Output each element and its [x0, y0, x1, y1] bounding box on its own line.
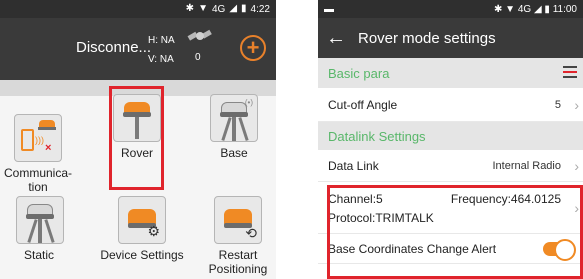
battery-icon: ▮ [241, 3, 247, 14]
section-basic-para: Basic para [318, 58, 583, 88]
cutoff-angle-row[interactable]: Cut-off Angle 5 › [318, 88, 583, 122]
status-bar: ✱ ▼ 4G ◢ ▮ 4:22 [0, 0, 276, 18]
static-icon [16, 196, 64, 244]
device-settings-icon: ⚙ [118, 196, 166, 244]
back-arrow-icon[interactable]: ← [326, 27, 350, 50]
clock: 11:00 [552, 3, 577, 15]
tile-label: Device Settings [100, 248, 184, 262]
network-label: 4G [211, 3, 226, 15]
network-label: 4G [517, 3, 532, 15]
app-header: Disconne... H: NA V: NA 0 + [0, 18, 276, 80]
section-label: Basic para [328, 65, 390, 81]
notification-icon: ▬ [324, 3, 334, 15]
datalink-highlight-box [327, 185, 583, 279]
precision-readout: H: NA V: NA [148, 31, 175, 69]
v-precision: V: NA [148, 54, 174, 65]
tile-communication[interactable]: ))) × Communica- tion [4, 114, 72, 194]
bluetooth-icon: ✱ [185, 3, 195, 14]
chevron-right-icon: › [574, 157, 579, 174]
tile-device-settings[interactable]: ⚙ Device Settings [90, 196, 194, 262]
status-bar: ▬ ✱ ▼ 4G ◢ ▮ 11:00 [318, 0, 583, 18]
row-value: 5 [554, 98, 561, 111]
tile-label: Communica- tion [4, 166, 73, 194]
h-precision: H: NA [148, 35, 175, 46]
data-link-row[interactable]: Data Link Internal Radio › [318, 150, 583, 182]
connection-status[interactable]: Disconne... [76, 39, 151, 56]
add-button[interactable]: + [240, 35, 266, 61]
menu-icon[interactable] [563, 66, 577, 78]
row-label: Data Link [328, 158, 379, 173]
section-datalink-settings: Datalink Settings [318, 122, 583, 150]
row-value: Internal Radio [492, 159, 562, 172]
satellite-count: 0 [195, 52, 201, 63]
refresh-icon: ⟲ [245, 225, 257, 241]
base-icon: (•) [210, 94, 258, 142]
clock: 4:22 [250, 3, 270, 15]
signal-icon: ◢ [229, 3, 238, 14]
communication-icon: ))) × [14, 114, 62, 162]
bluetooth-icon: ✱ ▼ [493, 3, 518, 15]
tile-label: Base [220, 146, 248, 160]
app-header: ← Rover mode settings [318, 18, 583, 58]
page-title: Rover mode settings [358, 29, 496, 47]
satellite-icon [187, 29, 212, 41]
gear-icon: ⚙ [147, 223, 160, 239]
restart-positioning-icon: ⟲ [214, 196, 262, 244]
wifi-icon: ▼ [198, 3, 208, 14]
signal-icon: ◢ ▮ [531, 3, 553, 15]
tile-base[interactable]: (•) Base [204, 94, 264, 160]
row-label: Cut-off Angle [328, 97, 398, 112]
tile-static[interactable]: Static [16, 196, 64, 262]
tile-label: Static [23, 248, 54, 262]
rover-highlight-box [109, 86, 164, 190]
chevron-right-icon: › [574, 96, 579, 113]
tile-label: Restart Positioning [208, 248, 268, 276]
tile-restart-positioning[interactable]: ⟲ Restart Positioning [204, 196, 272, 276]
section-label: Datalink Settings [328, 128, 426, 144]
